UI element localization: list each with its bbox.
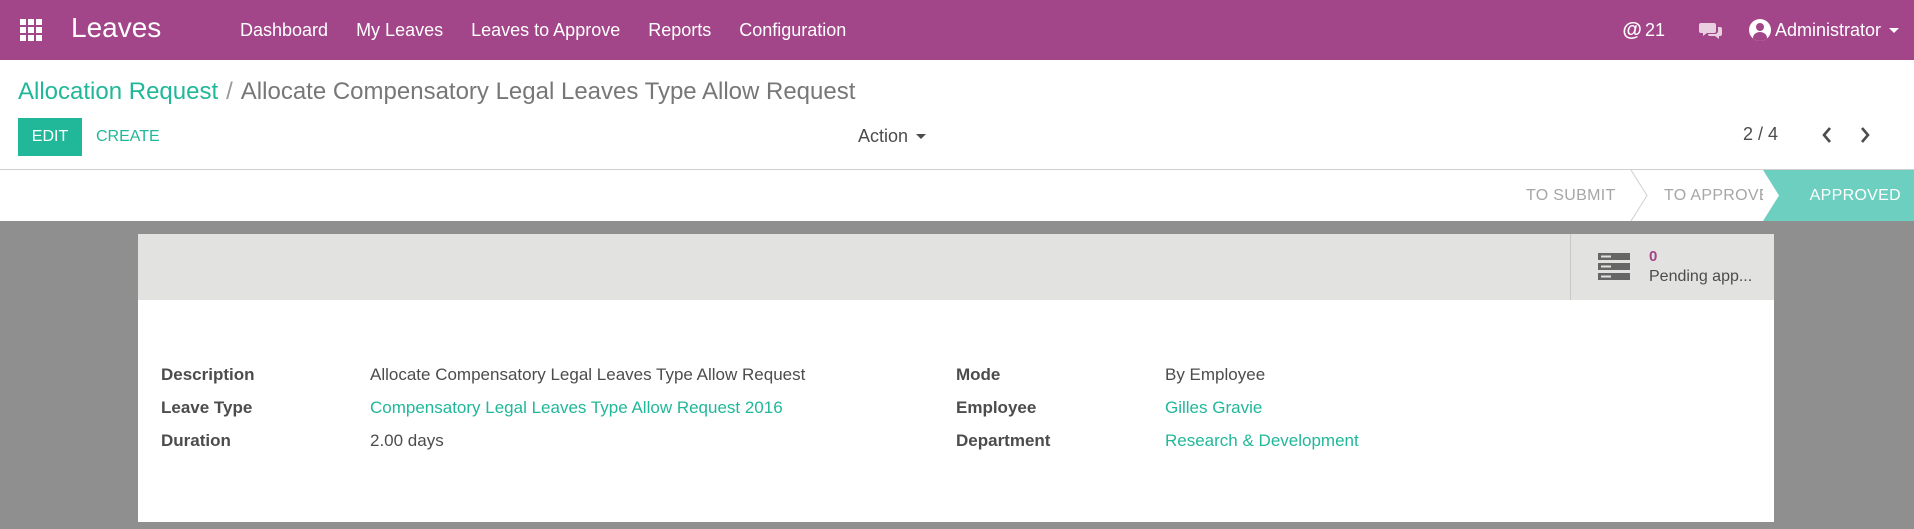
stage-approved[interactable]: APPROVED — [1780, 170, 1914, 221]
smart-button-box: 0 Pending app... — [138, 234, 1774, 300]
pending-label: Pending app... — [1649, 268, 1753, 285]
menu-my-leaves[interactable]: My Leaves — [356, 20, 443, 41]
top-navbar: Leaves Dashboard My Leaves Leaves to App… — [0, 0, 1914, 60]
caret-down-icon — [916, 134, 927, 139]
edit-button[interactable]: EDIT — [18, 118, 82, 156]
chat-icon[interactable] — [1698, 20, 1723, 40]
leave-type-link[interactable]: Compensatory Legal Leaves Type Allow Req… — [370, 398, 783, 418]
department-link[interactable]: Research & Development — [1165, 431, 1359, 451]
description-label: Description — [161, 365, 255, 384]
leave-type-label: Leave Type — [161, 398, 253, 417]
employee-label: Employee — [956, 398, 1037, 417]
pending-approvals-button[interactable]: 0 Pending app... — [1570, 234, 1774, 300]
menu-leaves-to-approve[interactable]: Leaves to Approve — [471, 20, 620, 41]
pending-count: 0 — [1649, 248, 1658, 265]
breadcrumb-separator: / — [226, 78, 233, 105]
stage-separator — [1630, 170, 1648, 221]
create-button[interactable]: CREATE — [96, 118, 160, 156]
main-menu: Dashboard My Leaves Leaves to Approve Re… — [240, 0, 874, 60]
caret-down-icon — [1889, 27, 1899, 33]
at-icon: @ — [1622, 18, 1642, 41]
breadcrumb-parent-link[interactable]: Allocation Request — [18, 78, 218, 106]
breadcrumb: Allocation Request / Allocate Compensato… — [18, 78, 855, 106]
user-menu[interactable]: Administrator — [1748, 19, 1899, 41]
duration-label: Duration — [161, 431, 231, 450]
user-avatar-icon — [1748, 19, 1771, 41]
server-icon — [1598, 253, 1630, 280]
department-label: Department — [956, 431, 1051, 450]
chevron-right-icon[interactable] — [1858, 125, 1872, 145]
user-name: Administrator — [1774, 19, 1881, 40]
stage-separator — [1763, 170, 1780, 221]
stage-to-approve[interactable]: TO APPROVE — [1664, 170, 1770, 221]
mode-value: By Employee — [1165, 365, 1266, 384]
duration-value: 2.00 days — [370, 431, 444, 450]
menu-dashboard[interactable]: Dashboard — [240, 20, 328, 41]
action-label: Action — [858, 126, 909, 146]
chevron-left-icon[interactable] — [1820, 125, 1834, 145]
mention-count: 21 — [1644, 19, 1665, 40]
description-value: Allocate Compensatory Legal Leaves Type … — [370, 365, 806, 384]
status-bar: TO SUBMIT TO APPROVE APPROVED — [0, 170, 1914, 221]
app-title: Leaves — [71, 12, 162, 43]
stage-to-submit[interactable]: TO SUBMIT — [1526, 170, 1616, 221]
pager: 2 / 4 — [1743, 124, 1872, 145]
navbar-systray: @ 21 Administrator — [1622, 0, 1899, 60]
mode-label: Mode — [956, 365, 1001, 384]
pager-value[interactable]: 2 / 4 — [1743, 124, 1778, 145]
apps-grid-icon[interactable] — [20, 19, 42, 41]
menu-reports[interactable]: Reports — [648, 20, 711, 41]
action-dropdown[interactable]: Action — [858, 126, 927, 147]
mentions-button[interactable]: @ 21 — [1622, 19, 1665, 42]
menu-configuration[interactable]: Configuration — [739, 20, 846, 41]
employee-link[interactable]: Gilles Gravie — [1165, 398, 1262, 418]
form-sheet: 0 Pending app... Description Allocate Co… — [138, 234, 1774, 522]
breadcrumb-current: Allocate Compensatory Legal Leaves Type … — [240, 78, 856, 105]
